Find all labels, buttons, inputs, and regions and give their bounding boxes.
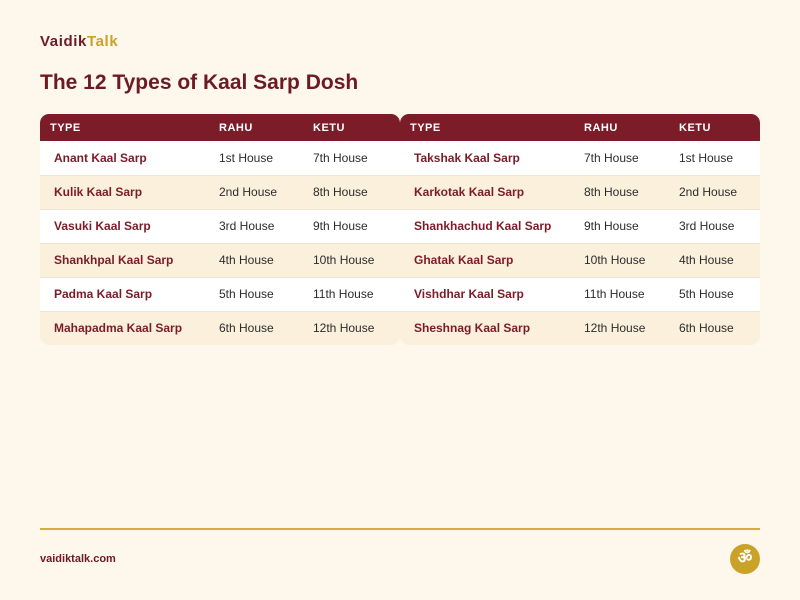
cell-rahu: 6th House (219, 310, 313, 345)
table-row: Padma Kaal Sarp 5th House 11th House (40, 276, 400, 311)
cell-ketu: 10th House (313, 242, 400, 277)
footer-url: vaidiktalk.com (40, 553, 116, 565)
table-row: Mahapadma Kaal Sarp 6th House 12th House (40, 310, 400, 345)
cell-rahu: 8th House (584, 174, 679, 209)
cell-ketu: 11th House (313, 276, 400, 311)
header-ketu: KETU (313, 121, 345, 134)
table-body-right: Takshak Kaal Sarp 7th House 1st House Karko… (400, 141, 760, 345)
table-row: Vasuki Kaal Sarp 3rd House 9th House (40, 208, 400, 243)
page-title: The 12 Types of Kaal Sarp Dosh (40, 71, 359, 94)
cell-type: Mahapadma Kaal Sarp (40, 310, 219, 345)
table-row: Karkotak Kaal Sarp 8th House 2nd House (400, 174, 760, 209)
cell-ketu: 3rd House (679, 208, 760, 243)
cell-rahu: 9th House (584, 208, 679, 243)
cell-type: Kulik Kaal Sarp (40, 174, 219, 209)
cell-ketu: 7th House (313, 150, 368, 165)
cell-type: Sheshnag Kaal Sarp (400, 310, 584, 345)
cell-type: Ghatak Kaal Sarp (400, 242, 584, 277)
header-type: TYPE (50, 121, 81, 134)
kaal-sarp-tables: TYPE RAHU KETU Anant Kaal Sarp 1st House 7… (40, 114, 760, 345)
cell-rahu: 7th House (584, 150, 639, 165)
brand-logo-part1: Vaidik (40, 33, 87, 50)
header-rahu: RAHU (219, 121, 253, 134)
cell-ketu: 2nd House (679, 174, 760, 209)
cell-type: Padma Kaal Sarp (40, 276, 219, 311)
cell-ketu: 1st House (679, 150, 734, 165)
cell-rahu: 4th House (219, 242, 313, 277)
cell-type: Takshak Kaal Sarp (414, 150, 520, 165)
cell-ketu: 6th House (679, 310, 760, 345)
cell-rahu: 11th House (584, 276, 679, 311)
table-row: Vishdhar Kaal Sarp 11th House 5th House (400, 276, 760, 311)
table-body-left: Anant Kaal Sarp 1st House 7th House Kulik K… (40, 141, 400, 345)
table-row: Shankhachud Kaal Sarp 9th House 3rd House (400, 208, 760, 243)
cell-ketu: 5th House (679, 276, 760, 311)
kaal-sarp-table-left: TYPE RAHU KETU Anant Kaal Sarp 1st House 7… (40, 114, 400, 345)
cell-type: Karkotak Kaal Sarp (400, 174, 584, 209)
header-rahu: RAHU (584, 121, 618, 134)
header-ketu: KETU (679, 121, 711, 134)
cell-rahu: 10th House (584, 242, 679, 277)
cell-type: Anant Kaal Sarp (54, 150, 147, 165)
brand-logo-part2: Talk (86, 33, 119, 50)
header-type: TYPE (410, 121, 441, 134)
table-row: Anant Kaal Sarp 1st House 7th House (40, 141, 400, 175)
cell-type: Shankhpal Kaal Sarp (40, 242, 219, 277)
cell-rahu: 2nd House (219, 174, 313, 209)
cell-ketu: 12th House (313, 310, 400, 345)
cell-rahu: 1st House (219, 150, 274, 165)
cell-rahu: 3rd House (219, 208, 313, 243)
cell-type: Vishdhar Kaal Sarp (400, 276, 584, 311)
cell-ketu: 8th House (313, 174, 400, 209)
table-row: Shankhpal Kaal Sarp 4th House 10th House (40, 242, 400, 277)
cell-rahu: 12th House (584, 310, 679, 345)
om-icon: ॐ (730, 544, 760, 574)
table-header-row: TYPE RAHU KETU (40, 114, 400, 141)
brand-logo: VaidikTalk (40, 33, 118, 50)
cell-rahu: 5th House (219, 276, 313, 311)
cell-ketu: 4th House (679, 242, 760, 277)
table-row: Kulik Kaal Sarp 2nd House 8th House (40, 174, 400, 209)
cell-type: Shankhachud Kaal Sarp (400, 208, 584, 243)
table-row: Sheshnag Kaal Sarp 12th House 6th House (400, 310, 760, 345)
table-header-row: TYPE RAHU KETU (400, 114, 760, 141)
cell-ketu: 9th House (313, 208, 400, 243)
kaal-sarp-table-right: TYPE RAHU KETU Takshak Kaal Sarp 7th Hous… (400, 114, 760, 345)
footer-divider (40, 528, 760, 530)
table-row: Takshak Kaal Sarp 7th House 1st House (400, 141, 760, 175)
cell-type: Vasuki Kaal Sarp (40, 208, 219, 243)
table-row: Ghatak Kaal Sarp 10th House 4th House (400, 242, 760, 277)
